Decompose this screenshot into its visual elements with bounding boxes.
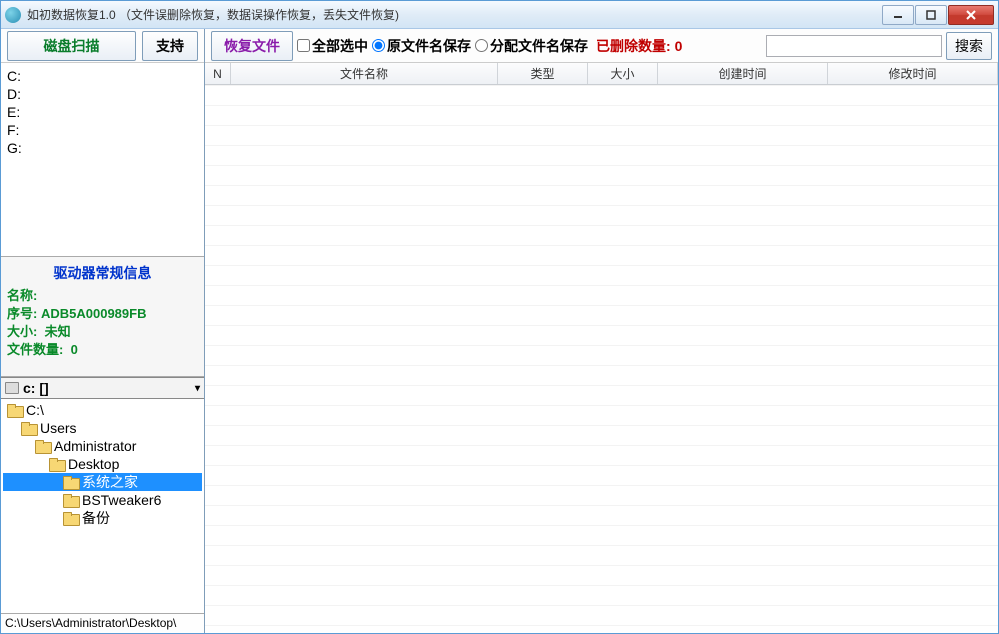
drive-info-header: 驱动器常规信息: [7, 263, 198, 283]
tree-item[interactable]: Desktop: [3, 455, 202, 473]
save-original-radio[interactable]: [372, 39, 385, 52]
folder-icon: [63, 494, 78, 506]
app-icon: [5, 7, 21, 23]
save-original-radio-wrap[interactable]: 原文件名保存: [372, 36, 471, 56]
scan-disk-button[interactable]: 磁盘扫描: [7, 31, 136, 61]
maximize-button[interactable]: [915, 5, 947, 25]
minimize-button[interactable]: [882, 5, 914, 25]
status-path: C:\Users\Administrator\Desktop\: [5, 616, 176, 630]
tree-item[interactable]: C:\: [3, 401, 202, 419]
drive-name-label: 名称:: [7, 288, 37, 303]
tree-item[interactable]: BSTweaker6: [3, 491, 202, 509]
save-original-label: 原文件名保存: [387, 36, 471, 56]
tree-item[interactable]: Users: [3, 419, 202, 437]
col-n[interactable]: N: [205, 63, 231, 84]
tree-item[interactable]: 系统之家: [3, 473, 202, 491]
folder-tree[interactable]: C:\UsersAdministratorDesktop系统之家BSTweake…: [1, 399, 204, 613]
grid-header: N 文件名称 类型 大小 创建时间 修改时间: [205, 63, 998, 85]
drive-filecount-value: 0: [71, 342, 78, 357]
file-grid: N 文件名称 类型 大小 创建时间 修改时间: [205, 63, 998, 633]
drive-list[interactable]: C: D: E: F: G:: [1, 63, 204, 257]
status-bar: C:\Users\Administrator\Desktop\: [1, 613, 204, 633]
drive-item[interactable]: E:: [7, 103, 198, 121]
disk-icon: [5, 382, 19, 394]
folder-icon: [21, 422, 36, 434]
drive-size-label: 大小:: [7, 324, 37, 339]
col-mtime[interactable]: 修改时间: [828, 63, 998, 84]
left-panel: 磁盘扫描 支持 C: D: E: F: G: 驱动器常规信息 名称: 序号: A…: [1, 29, 205, 633]
tree-item-label: 备份: [82, 509, 110, 527]
tree-item-label: C:\: [26, 401, 44, 419]
folder-icon: [63, 476, 78, 488]
save-assigned-radio-wrap[interactable]: 分配文件名保存: [475, 36, 588, 56]
folder-icon: [7, 404, 22, 416]
save-assigned-radio[interactable]: [475, 39, 488, 52]
tree-item-label: Users: [40, 419, 77, 437]
col-type[interactable]: 类型: [498, 63, 588, 84]
drive-serial-value: ADB5A000989FB: [41, 306, 147, 321]
drive-item[interactable]: G:: [7, 139, 198, 157]
search-button[interactable]: 搜索: [946, 32, 992, 60]
close-button[interactable]: [948, 5, 994, 25]
drive-item[interactable]: F:: [7, 121, 198, 139]
titlebar: 如初数据恢复1.0 （文件误删除恢复，数据误操作恢复，丢失文件恢复): [1, 1, 998, 29]
search-input[interactable]: [766, 35, 942, 57]
tree-item[interactable]: 备份: [3, 509, 202, 527]
deleted-count: 已删除数量: 0: [596, 36, 682, 56]
chevron-down-icon: ▾: [195, 383, 200, 394]
col-size[interactable]: 大小: [588, 63, 658, 84]
drive-item[interactable]: D:: [7, 85, 198, 103]
col-name[interactable]: 文件名称: [231, 63, 498, 84]
col-ctime[interactable]: 创建时间: [658, 63, 828, 84]
tree-item-label: Desktop: [68, 455, 119, 473]
select-all-checkbox-wrap[interactable]: 全部选中: [297, 36, 368, 56]
select-all-label: 全部选中: [312, 36, 368, 56]
folder-icon: [49, 458, 64, 470]
folder-icon: [35, 440, 50, 452]
drive-selector[interactable]: c: [] ▾: [1, 377, 204, 399]
save-assigned-label: 分配文件名保存: [490, 36, 588, 56]
drive-size-value: 未知: [45, 324, 71, 339]
right-panel: 恢复文件 全部选中 原文件名保存 分配文件名保存 已删除数量: 0: [205, 29, 998, 633]
drive-item[interactable]: C:: [7, 67, 198, 85]
tree-item-label: 系统之家: [82, 473, 138, 491]
drive-selector-label: c: []: [23, 380, 49, 396]
select-all-checkbox[interactable]: [297, 39, 310, 52]
tree-item[interactable]: Administrator: [3, 437, 202, 455]
support-button[interactable]: 支持: [142, 31, 198, 61]
drive-info-panel: 驱动器常规信息 名称: 序号: ADB5A000989FB 大小: 未知 文件数…: [1, 257, 204, 377]
drive-filecount-label: 文件数量:: [7, 342, 63, 357]
tree-item-label: Administrator: [54, 437, 136, 455]
window-title: 如初数据恢复1.0 （文件误删除恢复，数据误操作恢复，丢失文件恢复): [27, 6, 882, 23]
tree-item-label: BSTweaker6: [82, 491, 161, 509]
recover-files-button[interactable]: 恢复文件: [211, 31, 293, 61]
grid-body[interactable]: [205, 85, 998, 633]
folder-icon: [63, 512, 78, 524]
drive-serial-label: 序号:: [7, 306, 37, 321]
